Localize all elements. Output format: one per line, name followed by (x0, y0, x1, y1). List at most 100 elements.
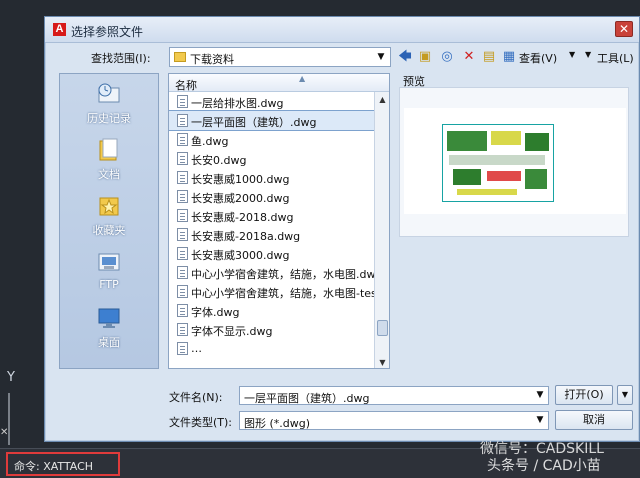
dwg-file-icon (177, 190, 188, 203)
dwg-file-icon (177, 171, 188, 184)
file-name: … (191, 342, 202, 355)
file-name: 一层给排水图.dwg (191, 97, 284, 110)
lookin-dropdown[interactable]: 下载资料 ▼ (169, 47, 391, 67)
scroll-thumb[interactable] (377, 320, 388, 336)
dwg-file-icon (177, 114, 188, 127)
filetype-value: 图形 (*.dwg) (244, 417, 311, 430)
dwg-file-icon (177, 247, 188, 260)
tools-menu-arrow[interactable]: ▼ (585, 50, 591, 59)
new-folder-icon[interactable]: ▤ (481, 49, 497, 65)
tools-menu[interactable]: 工具(L) (597, 50, 634, 66)
search-web-icon[interactable]: ◎ (439, 49, 455, 65)
file-rows: 一层给排水图.dwg 一层平面图（建筑）.dwg 鱼.dwg 长安0.dwg 长安惠威1… (169, 92, 376, 368)
view-menu[interactable]: 查看(V) (519, 50, 557, 66)
desktop-icon (98, 308, 120, 328)
file-row[interactable]: … (169, 339, 376, 358)
command-highlight: 命令: XATTACH (6, 452, 120, 476)
filename-value: 一层平面图（建筑）.dwg (244, 392, 370, 405)
documents-icon (99, 138, 118, 161)
place-favorites[interactable]: 收藏夹 (60, 190, 158, 242)
file-row[interactable]: 长安惠威-2018.dwg (169, 206, 376, 225)
dwg-file-icon (177, 342, 188, 355)
dwg-file-icon (177, 95, 188, 108)
file-name: 字体.dwg (191, 306, 240, 319)
file-name: 长安惠威1000.dwg (191, 173, 290, 186)
dwg-file-icon (177, 133, 188, 146)
file-row[interactable]: 一层平面图（建筑）.dwg (169, 110, 376, 131)
place-label: 文档 (98, 168, 120, 181)
autocad-logo-icon: A (53, 23, 66, 36)
place-ftp[interactable]: FTP (60, 246, 158, 298)
file-row[interactable]: 鱼.dwg (169, 130, 376, 149)
filename-label: 文件名(N): (169, 391, 223, 404)
history-icon (98, 83, 120, 103)
lookin-value: 下载资料 (190, 53, 234, 66)
file-name: 中心小学宿舍建筑，结施，水电图-tes (191, 287, 376, 300)
back-icon[interactable]: 🡄 (397, 49, 413, 65)
command-text: 命令: XATTACH (14, 460, 94, 473)
place-label: 桌面 (98, 336, 120, 349)
up-folder-icon[interactable]: ▣ (417, 49, 433, 65)
column-header-label: 名称 (175, 79, 197, 92)
column-header-name[interactable]: 名称 ▲ (169, 74, 389, 92)
place-history[interactable]: 历史记录 (60, 78, 158, 130)
dwg-file-icon (177, 152, 188, 165)
place-label: FTP (99, 278, 119, 291)
dialog-titlebar[interactable]: A 选择参照文件 ✕ (45, 17, 639, 43)
filetype-dropdown[interactable]: 图形 (*.dwg) ▼ (239, 411, 549, 430)
dwg-file-icon (177, 266, 188, 279)
dialog-title: 选择参照文件 (71, 25, 144, 39)
file-row[interactable]: 中心小学宿舍建筑，结施，水电图.dw (169, 263, 376, 282)
command-close-icon[interactable]: ✕ (0, 428, 10, 438)
file-name: 中心小学宿舍建筑，结施，水电图.dw (191, 268, 376, 281)
open-options-button[interactable]: ▼ (617, 385, 633, 405)
ucs-y-label: Y (7, 370, 15, 385)
chevron-down-icon[interactable]: ▼ (533, 388, 547, 403)
scroll-down-icon[interactable]: ▼ (376, 356, 389, 368)
file-name: 鱼.dwg (191, 135, 229, 148)
delete-icon[interactable]: ✕ (461, 49, 477, 65)
file-row[interactable]: 一层给排水图.dwg (169, 92, 376, 111)
file-row[interactable]: 中心小学宿舍建筑，结施，水电图-tes (169, 282, 376, 301)
sort-arrow-icon: ▲ (299, 74, 306, 83)
preview-pane (399, 87, 629, 237)
dwg-file-icon (177, 304, 188, 317)
file-row[interactable]: 长安惠威-2018a.dwg (169, 225, 376, 244)
place-label: 历史记录 (87, 112, 131, 125)
open-button[interactable]: 打开(O) (555, 385, 613, 405)
scroll-up-icon[interactable]: ▲ (376, 93, 389, 106)
file-list[interactable]: 名称 ▲ 一层给排水图.dwg 一层平面图（建筑）.dwg 鱼.dwg 长安0.dwg… (168, 73, 390, 369)
view-menu-arrow[interactable]: ▼ (569, 50, 575, 59)
file-list-scrollbar[interactable]: ▲ ▼ (374, 92, 389, 368)
close-button[interactable]: ✕ (615, 21, 633, 37)
file-name: 字体不显示.dwg (191, 325, 273, 338)
chevron-down-icon[interactable]: ▼ (533, 413, 547, 428)
file-name: 长安0.dwg (191, 154, 247, 167)
drawing-thumbnail (442, 124, 554, 202)
file-row[interactable]: 长安0.dwg (169, 149, 376, 168)
place-documents[interactable]: 文档 (60, 134, 158, 186)
dwg-file-icon (177, 323, 188, 336)
file-row[interactable]: 长安惠威2000.dwg (169, 187, 376, 206)
select-reference-dialog: A 选择参照文件 ✕ 查找范围(I): 下载资料 ▼ 🡄 ▣ ◎ ✕ ▤ ▦ 查… (44, 16, 640, 442)
place-label: 收藏夹 (92, 224, 126, 237)
dwg-file-icon (177, 228, 188, 241)
file-row[interactable]: 字体不显示.dwg (169, 320, 376, 339)
favorites-icon (99, 197, 119, 216)
filename-field[interactable]: 一层平面图（建筑）.dwg ▼ (239, 386, 549, 405)
chevron-down-icon[interactable]: ▼ (374, 50, 388, 64)
file-name: 长安惠威-2018.dwg (191, 211, 294, 224)
file-name: 长安惠威3000.dwg (191, 249, 290, 262)
place-desktop[interactable]: 桌面 (60, 302, 158, 354)
file-row[interactable]: 字体.dwg (169, 301, 376, 320)
views-icon[interactable]: ▦ (501, 49, 517, 65)
file-row[interactable]: 长安惠威3000.dwg (169, 244, 376, 263)
cancel-button[interactable]: 取消 (555, 410, 633, 430)
ftp-icon (98, 253, 120, 271)
file-name: 长安惠威-2018a.dwg (191, 230, 301, 243)
dwg-file-icon (177, 285, 188, 298)
file-name: 长安惠威2000.dwg (191, 192, 290, 205)
places-bar: 历史记录 文档 收藏夹 FTP 桌面 (59, 73, 159, 369)
file-name: 一层平面图（建筑）.dwg (191, 116, 317, 129)
file-row[interactable]: 长安惠威1000.dwg (169, 168, 376, 187)
